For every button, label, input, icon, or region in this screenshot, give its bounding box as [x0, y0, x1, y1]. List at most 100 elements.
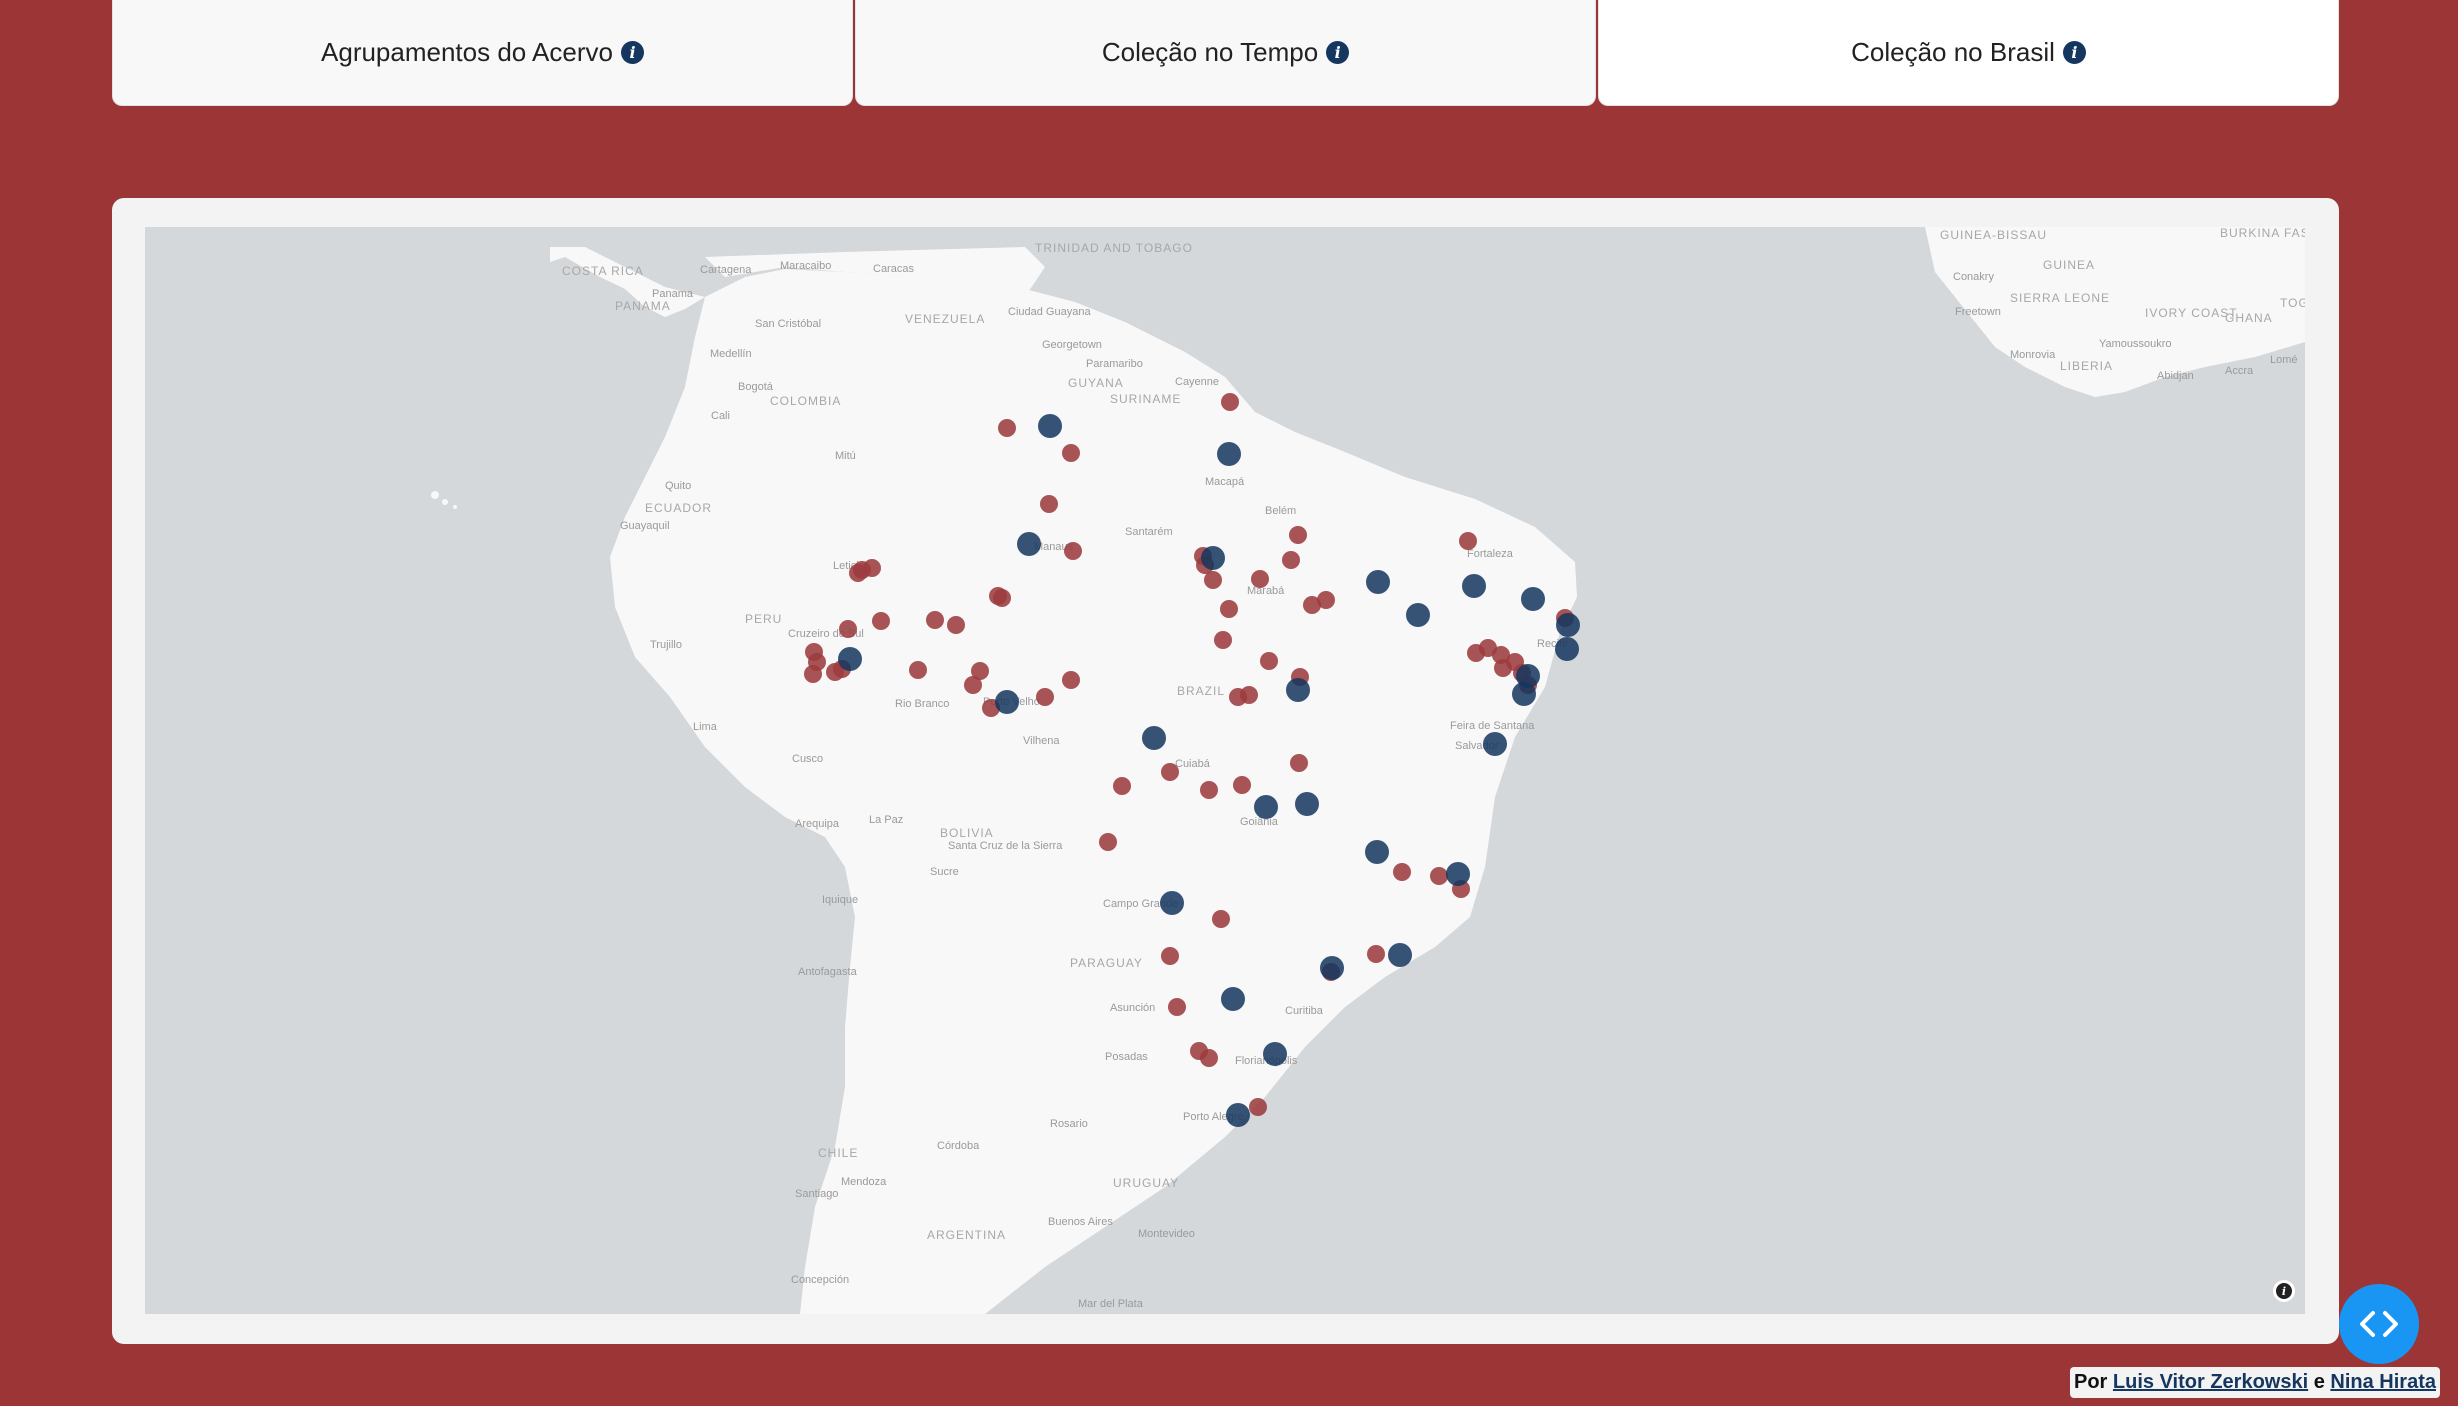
capital-marker[interactable] — [1286, 678, 1310, 702]
institution-marker[interactable] — [1040, 495, 1058, 513]
tab-agrupamentos[interactable]: Agrupamentos do Acervo i — [112, 0, 853, 106]
capital-marker[interactable] — [1521, 587, 1545, 611]
institution-marker[interactable] — [998, 419, 1016, 437]
institution-marker[interactable] — [1240, 686, 1258, 704]
capital-marker[interactable] — [1366, 570, 1390, 594]
city-label: La Paz — [869, 814, 903, 826]
city-label: Freetown — [1955, 306, 2001, 318]
capital-marker[interactable] — [1201, 546, 1225, 570]
city-label: Concepción — [791, 1274, 849, 1286]
city-label: Medellín — [710, 348, 752, 360]
capital-marker[interactable] — [1462, 574, 1486, 598]
institution-marker[interactable] — [839, 620, 857, 638]
institution-marker[interactable] — [1062, 444, 1080, 462]
tab-colecao-tempo[interactable]: Coleção no Tempo i — [855, 0, 1596, 106]
country-label: PARAGUAY — [1070, 956, 1143, 970]
institution-marker[interactable] — [1099, 833, 1117, 851]
country-label: ECUADOR — [645, 501, 712, 515]
institution-marker[interactable] — [1214, 631, 1232, 649]
institution-marker[interactable] — [947, 616, 965, 634]
institution-marker[interactable] — [1317, 591, 1335, 609]
country-label: COSTA RICA — [562, 264, 644, 278]
capital-marker[interactable] — [1142, 726, 1166, 750]
capital-marker[interactable] — [1446, 862, 1470, 886]
capital-marker[interactable] — [1160, 891, 1184, 915]
info-icon[interactable]: i — [620, 41, 644, 64]
capital-marker[interactable] — [1017, 532, 1041, 556]
info-icon[interactable]: i — [1326, 41, 1350, 64]
institution-marker[interactable] — [1233, 776, 1251, 794]
map-view[interactable]: VENEZUELA COLOMBIA GUYANA SURINAME ECUAD… — [145, 227, 2305, 1314]
institution-marker[interactable] — [1161, 763, 1179, 781]
city-label: Georgetown — [1042, 339, 1102, 351]
city-label: Paramaribo — [1086, 358, 1143, 370]
city-label: Panama — [652, 288, 694, 300]
capital-marker[interactable] — [838, 647, 862, 671]
institution-marker[interactable] — [1251, 570, 1269, 588]
country-label: IVORY COAST — [2145, 306, 2238, 320]
institution-marker[interactable] — [872, 612, 890, 630]
capital-marker[interactable] — [1555, 637, 1579, 661]
institution-marker[interactable] — [1062, 671, 1080, 689]
institution-marker[interactable] — [1282, 551, 1300, 569]
country-label: LIBERIA — [2060, 359, 2113, 373]
institution-marker[interactable] — [1200, 1049, 1218, 1067]
institution-marker[interactable] — [1168, 998, 1186, 1016]
capital-marker[interactable] — [1320, 956, 1344, 980]
institution-marker[interactable] — [1367, 945, 1385, 963]
tab-label: Agrupamentos do Acervo — [321, 37, 613, 67]
capital-marker[interactable] — [1295, 792, 1319, 816]
capital-marker[interactable] — [1217, 442, 1241, 466]
institution-marker[interactable] — [1161, 947, 1179, 965]
capital-marker[interactable] — [1263, 1042, 1287, 1066]
institution-marker[interactable] — [1249, 1098, 1267, 1116]
author-link[interactable]: Nina Hirata — [2330, 1371, 2436, 1393]
capital-marker[interactable] — [1512, 682, 1536, 706]
city-label: Lomé — [2270, 354, 2298, 366]
city-label: Mitú — [835, 450, 856, 462]
institution-marker[interactable] — [1393, 863, 1411, 881]
code-toggle-button[interactable] — [2339, 1284, 2419, 1364]
institution-marker[interactable] — [1289, 526, 1307, 544]
institution-marker[interactable] — [1430, 867, 1448, 885]
capital-marker[interactable] — [1556, 613, 1580, 637]
institution-marker[interactable] — [1036, 688, 1054, 706]
city-label: Caracas — [873, 263, 914, 275]
capital-marker[interactable] — [1406, 603, 1430, 627]
city-label: Buenos Aires — [1048, 1216, 1113, 1228]
institution-marker[interactable] — [1290, 754, 1308, 772]
city-label: Belém — [1265, 505, 1296, 517]
capital-marker[interactable] — [1365, 840, 1389, 864]
institution-marker[interactable] — [1064, 542, 1082, 560]
institution-marker[interactable] — [1113, 777, 1131, 795]
capital-marker[interactable] — [995, 690, 1019, 714]
institution-marker[interactable] — [993, 589, 1011, 607]
tab-colecao-brasil[interactable]: Coleção no Brasil i — [1598, 0, 2339, 106]
city-label: Goiânia — [1240, 816, 1279, 828]
galapagos-island — [453, 505, 457, 509]
institution-marker[interactable] — [1200, 781, 1218, 799]
institution-marker[interactable] — [964, 676, 982, 694]
institution-marker[interactable] — [1260, 652, 1278, 670]
info-icon[interactable]: i — [2062, 41, 2086, 64]
capital-marker[interactable] — [1254, 795, 1278, 819]
institution-marker[interactable] — [909, 661, 927, 679]
institution-marker[interactable] — [804, 665, 822, 683]
institution-marker[interactable] — [1204, 571, 1222, 589]
institution-marker[interactable] — [1212, 910, 1230, 928]
institution-marker[interactable] — [926, 611, 944, 629]
city-label: Cusco — [792, 753, 823, 765]
attribution-button[interactable]: i — [2273, 1280, 2295, 1302]
institution-marker[interactable] — [1220, 600, 1238, 618]
institution-marker[interactable] — [849, 564, 867, 582]
capital-marker[interactable] — [1226, 1103, 1250, 1127]
institution-marker[interactable] — [1221, 393, 1239, 411]
capital-marker[interactable] — [1038, 414, 1062, 438]
capital-marker[interactable] — [1221, 987, 1245, 1011]
country-label: URUGUAY — [1113, 1176, 1179, 1190]
author-link[interactable]: Luis Vitor Zerkowski — [2113, 1371, 2308, 1393]
country-label: PERU — [745, 612, 782, 626]
institution-marker[interactable] — [1459, 532, 1477, 550]
capital-marker[interactable] — [1388, 943, 1412, 967]
capital-marker[interactable] — [1483, 732, 1507, 756]
